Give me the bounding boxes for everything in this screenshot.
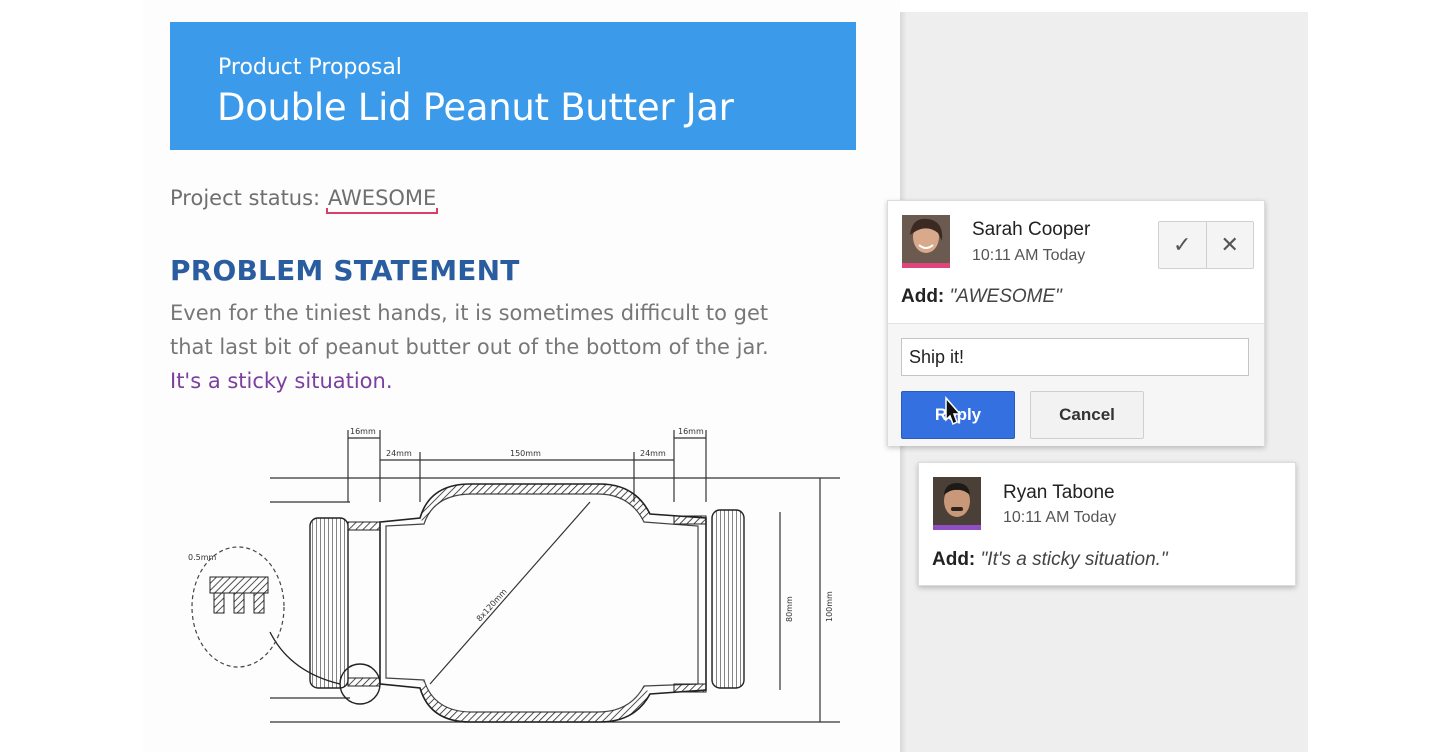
sketch-label: 150mm — [510, 449, 541, 458]
sketch-label: 8x120mm — [475, 587, 509, 623]
suggestion-action: Add: — [901, 286, 945, 307]
suggestion-text: Add: "AWESOME" — [901, 286, 1062, 308]
sketch-label: 16mm — [350, 427, 376, 436]
comment-author: Ryan Tabone — [1003, 482, 1115, 503]
sketch-label: 16mm — [678, 427, 704, 436]
check-icon[interactable]: ✓ — [1159, 222, 1206, 268]
suggestion-actions: ✓ ✕ — [1158, 221, 1254, 269]
status-label: Project status: — [170, 186, 327, 210]
cancel-button[interactable]: Cancel — [1030, 391, 1144, 439]
sketch-label: 24mm — [640, 449, 666, 458]
comment-author: Sarah Cooper — [972, 219, 1091, 240]
header-banner: Product Proposal Double Lid Peanut Butte… — [170, 22, 856, 150]
suggestion-text: Add: "It's a sticky situation." — [932, 549, 1168, 571]
problem-paragraph: Even for the tiniest hands, it is someti… — [170, 296, 870, 398]
reply-input[interactable]: Ship it! — [901, 338, 1249, 376]
sketch-label: 0.5mm — [188, 553, 217, 562]
section-heading: PROBLEM STATEMENT — [170, 254, 520, 287]
status-value-suggestion[interactable]: AWESOME — [326, 186, 438, 214]
highlighted-sentence[interactable]: It's a sticky situation. — [170, 364, 870, 398]
comment-time: 10:11 AM Today — [1003, 509, 1117, 526]
project-status-line: Project status: AWESOME — [170, 186, 438, 214]
sketch-label: 100mm — [825, 591, 834, 622]
mouse-cursor-icon — [945, 396, 962, 426]
sketch-label: 24mm — [386, 449, 412, 458]
avatar — [902, 215, 950, 268]
comment-card-ryan[interactable]: Ryan Tabone 10:11 AM Today Add: "It's a … — [918, 462, 1296, 586]
suggestion-value: "AWESOME" — [949, 286, 1062, 307]
paragraph-line-1: Even for the tiniest hands, it is someti… — [170, 301, 769, 325]
suggestion-action: Add: — [932, 549, 976, 570]
paragraph-line-2: that last bit of peanut butter out of th… — [170, 335, 769, 359]
document-title: Double Lid Peanut Butter Jar — [217, 86, 734, 129]
close-icon[interactable]: ✕ — [1205, 222, 1254, 268]
document-subtitle: Product Proposal — [218, 55, 402, 80]
suggestion-value: "It's a sticky situation." — [980, 549, 1168, 570]
jar-sketch: 16mm 24mm 150mm 24mm 16mm 8x120mm 80mm 1… — [188, 427, 840, 723]
avatar — [933, 477, 981, 530]
sketch-label: 80mm — [785, 596, 794, 622]
comment-time: 10:11 AM Today — [972, 247, 1086, 264]
